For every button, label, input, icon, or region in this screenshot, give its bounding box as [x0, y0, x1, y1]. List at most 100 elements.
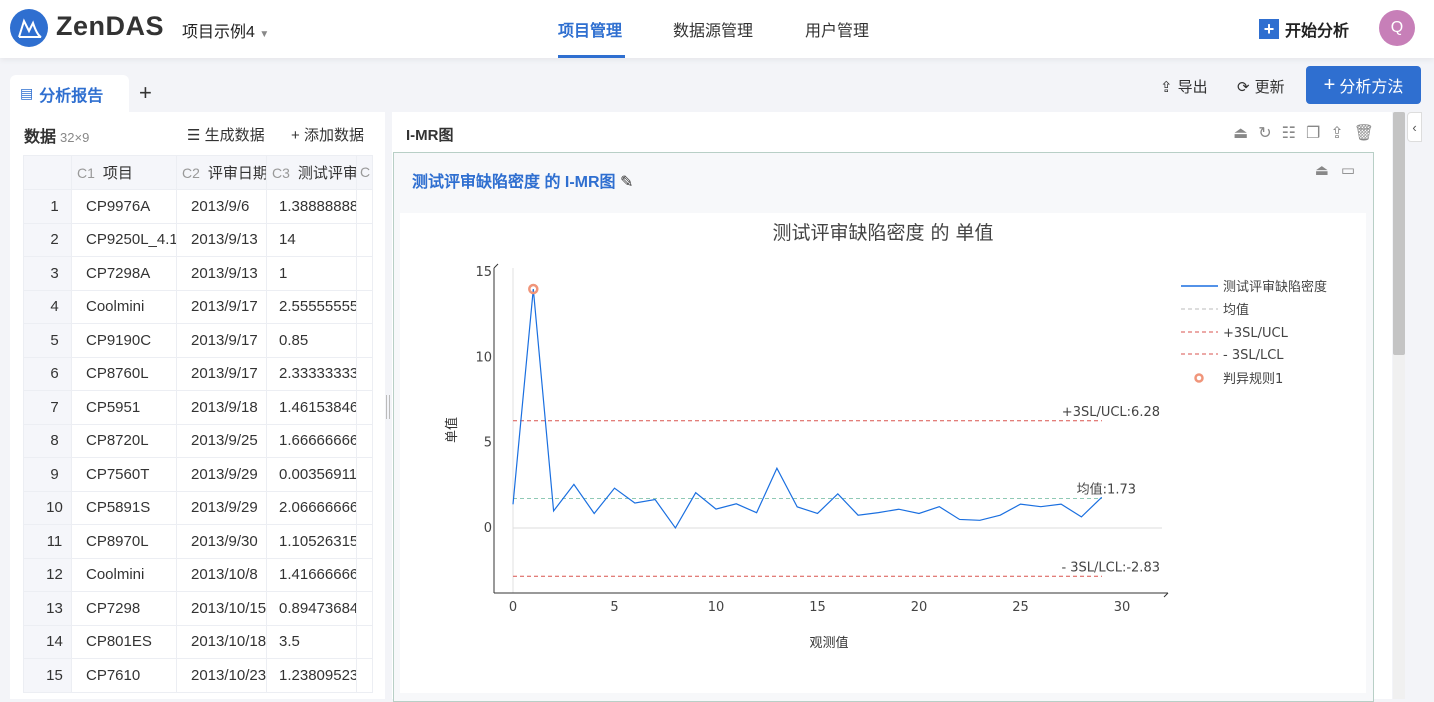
table-cell[interactable]	[357, 491, 373, 525]
table-cell[interactable]	[357, 357, 373, 391]
refresh-button[interactable]: ⟳更新	[1237, 76, 1285, 97]
table-row[interactable]: 6CP8760L2013/9/172.33333333	[24, 357, 373, 391]
add-tab-button[interactable]: +	[139, 80, 152, 106]
table-cell[interactable]: CP7560T	[72, 458, 177, 492]
table-cell[interactable]: 2013/9/25	[177, 424, 267, 458]
start-analysis-button[interactable]: +开始分析	[1259, 17, 1349, 41]
table-cell[interactable]: 2013/9/17	[177, 290, 267, 324]
table-cell[interactable]: 0.00356911	[267, 458, 357, 492]
table-cell[interactable]: CP5951	[72, 391, 177, 425]
table-cell[interactable]: CP801ES	[72, 625, 177, 659]
add-analysis-method-button[interactable]: +分析方法	[1306, 66, 1421, 104]
table-cell[interactable]	[357, 558, 373, 592]
table-cell[interactable]	[357, 592, 373, 626]
table-cell[interactable]: 1.66666666	[267, 424, 357, 458]
table-cell[interactable]: CP8970L	[72, 525, 177, 559]
edit-pencil-icon[interactable]: ✎	[620, 174, 633, 191]
table-cell[interactable]: CP7298A	[72, 257, 177, 291]
nav-project-management[interactable]: 项目管理	[558, 17, 622, 41]
table-cell[interactable]: Coolmini	[72, 290, 177, 324]
table-cell[interactable]	[357, 659, 373, 693]
table-row[interactable]: 11CP8970L2013/9/301.10526315	[24, 525, 373, 559]
project-selector[interactable]: 项目示例4 ▼	[182, 18, 269, 42]
add-data-button[interactable]: + 添加数据	[291, 124, 364, 145]
nav-user-management[interactable]: 用户管理	[805, 17, 869, 41]
collapse-sidebar-button[interactable]: ‹	[1407, 112, 1422, 142]
table-cell[interactable]: 1.38888888	[267, 190, 357, 224]
table-cell[interactable]: 2013/9/29	[177, 491, 267, 525]
table-cell[interactable]: 1.10526315	[267, 525, 357, 559]
copy-icon[interactable]: ❐	[1306, 123, 1320, 143]
scrollbar-thumb[interactable]	[1393, 112, 1405, 355]
settings-sliders-icon[interactable]: ☷	[1282, 123, 1296, 143]
column-header-c3[interactable]: C3测试评审缺陷密度	[267, 156, 357, 190]
table-cell[interactable]: 2013/9/6	[177, 190, 267, 224]
table-cell[interactable]: 1.46153846	[267, 391, 357, 425]
table-cell[interactable]: 2.55555555	[267, 290, 357, 324]
table-cell[interactable]: 2013/9/17	[177, 357, 267, 391]
chart-card-title[interactable]: 测试评审缺陷密度 的 I-MR图 ✎	[412, 168, 633, 192]
table-cell[interactable]	[357, 424, 373, 458]
collapse-icon[interactable]: ⏏	[1233, 123, 1248, 143]
generate-data-button[interactable]: ☰ 生成数据	[187, 124, 265, 145]
table-cell[interactable]: 1.41666666	[267, 558, 357, 592]
table-row[interactable]: 8CP8720L2013/9/251.66666666	[24, 424, 373, 458]
table-cell[interactable]: CP8760L	[72, 357, 177, 391]
column-header-c2[interactable]: C2评审日期	[177, 156, 267, 190]
table-cell[interactable]	[357, 391, 373, 425]
table-cell[interactable]	[357, 458, 373, 492]
table-cell[interactable]: 2013/9/18	[177, 391, 267, 425]
table-row[interactable]: 4Coolmini2013/9/172.55555555	[24, 290, 373, 324]
table-cell[interactable]	[357, 223, 373, 257]
table-cell[interactable]: 1.23809523	[267, 659, 357, 693]
table-cell[interactable]: 2013/10/18	[177, 625, 267, 659]
table-cell[interactable]: CP8720L	[72, 424, 177, 458]
table-cell[interactable]: 0.89473684	[267, 592, 357, 626]
table-row[interactable]: 3CP7298A2013/9/131	[24, 257, 373, 291]
table-cell[interactable]: 2.33333333	[267, 357, 357, 391]
table-cell[interactable]: 3.5	[267, 625, 357, 659]
nav-datasource-management[interactable]: 数据源管理	[673, 17, 753, 41]
table-cell[interactable]: 0.85	[267, 324, 357, 358]
table-cell[interactable]: 2013/9/30	[177, 525, 267, 559]
column-header-c1[interactable]: C1项目	[72, 156, 177, 190]
table-row[interactable]: 2CP9250L_4.12013/9/1314	[24, 223, 373, 257]
table-row[interactable]: 7CP59512013/9/181.46153846	[24, 391, 373, 425]
share-icon[interactable]: ⇪	[1330, 123, 1343, 143]
table-cell[interactable]: 2.06666666	[267, 491, 357, 525]
table-row[interactable]: 14CP801ES2013/10/183.5	[24, 625, 373, 659]
table-cell[interactable]: 2013/9/13	[177, 223, 267, 257]
collapse-icon[interactable]: ⏏	[1315, 161, 1329, 179]
table-cell[interactable]: CP7298	[72, 592, 177, 626]
reload-icon[interactable]: ↻	[1258, 123, 1271, 143]
table-cell[interactable]: 2013/10/23	[177, 659, 267, 693]
table-cell[interactable]	[357, 525, 373, 559]
table-cell[interactable]	[357, 625, 373, 659]
table-cell[interactable]: 2013/9/29	[177, 458, 267, 492]
table-cell[interactable]	[357, 190, 373, 224]
comment-icon[interactable]: ▭	[1341, 161, 1355, 179]
avatar[interactable]: Q	[1379, 10, 1415, 46]
table-row[interactable]: 15CP76102013/10/231.23809523	[24, 659, 373, 693]
column-header-c4[interactable]: C	[357, 156, 373, 190]
table-cell[interactable]: 2013/10/8	[177, 558, 267, 592]
table-cell[interactable]: CP9976A	[72, 190, 177, 224]
table-cell[interactable]	[357, 324, 373, 358]
table-row[interactable]: 9CP7560T2013/9/290.00356911	[24, 458, 373, 492]
table-cell[interactable]: 2013/10/15	[177, 592, 267, 626]
table-row[interactable]: 5CP9190C2013/9/170.85	[24, 324, 373, 358]
table-row[interactable]: 10CP5891S2013/9/292.06666666	[24, 491, 373, 525]
table-cell[interactable]: CP9250L_4.1	[72, 223, 177, 257]
table-cell[interactable]: 14	[267, 223, 357, 257]
table-cell[interactable]	[357, 257, 373, 291]
table-row[interactable]: 12Coolmini2013/10/81.41666666	[24, 558, 373, 592]
panel-resize-handle[interactable]	[386, 395, 390, 419]
table-cell[interactable]	[357, 290, 373, 324]
trash-icon[interactable]: 🗑	[1354, 123, 1374, 143]
table-cell[interactable]: 2013/9/13	[177, 257, 267, 291]
tab-analysis-report[interactable]: ▤分析报告	[10, 75, 129, 112]
table-cell[interactable]: CP9190C	[72, 324, 177, 358]
table-cell[interactable]: 1	[267, 257, 357, 291]
table-cell[interactable]: CP7610	[72, 659, 177, 693]
table-cell[interactable]: 2013/9/17	[177, 324, 267, 358]
